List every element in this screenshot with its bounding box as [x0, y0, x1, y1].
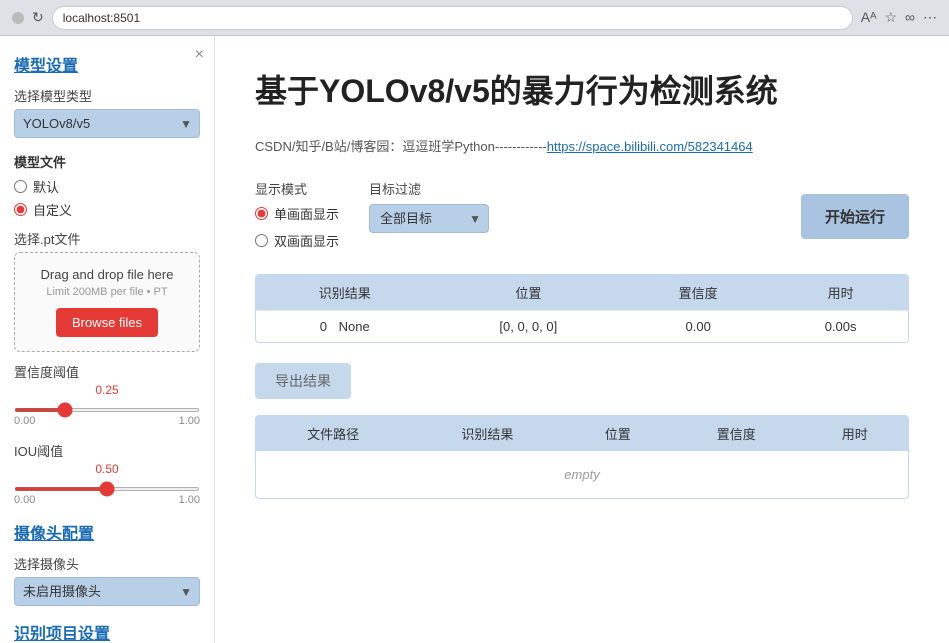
display-mode-radio-group: 单画面显示 双画面显示 [255, 204, 339, 254]
iou-slider-section: IOU阈值 0.50 0.00 1.00 [14, 441, 200, 506]
browse-files-button[interactable]: Browse files [56, 308, 158, 337]
camera-select-label: 选择摄像头 [14, 554, 200, 573]
time-col-header-b: 用时 [801, 416, 908, 451]
drop-title: Drag and drop file here [25, 267, 189, 282]
url-text: localhost:8501 [63, 11, 140, 25]
result-cell: 0 None [256, 311, 433, 343]
app-container: × 模型设置 选择模型类型 YOLOv8/v5 ▼ 模型文件 默认 自定义 选择… [0, 36, 949, 643]
radio-custom-item[interactable]: 自定义 [14, 200, 200, 219]
table-row: 0 None [0, 0, 0, 0] 0.00 0.00s [256, 311, 908, 343]
bilibili-link[interactable]: https://space.bilibili.com/582341464 [547, 139, 753, 154]
confidence-cell: 0.00 [623, 311, 773, 343]
camera-select[interactable]: 未启用摄像头 [14, 577, 200, 606]
run-button[interactable]: 开始运行 [801, 194, 909, 239]
browser-chrome: ↻ localhost:8501 Aᴬ ☆ ∞ ⋯ [0, 0, 949, 36]
target-filter-label: 目标过滤 [369, 179, 489, 198]
url-bar: localhost:8501 [52, 6, 853, 30]
bottom-table-container: 文件路径 识别结果 位置 置信度 用时 empty [255, 415, 909, 499]
info-prefix: CSDN/知乎/B站/博客园：逗逗班学Python------------ [255, 139, 547, 154]
result-col-header: 识别结果 [256, 275, 433, 311]
radio-default-input[interactable] [14, 180, 27, 193]
camera-select-wrapper: 未启用摄像头 ▼ [14, 577, 200, 606]
row-result: None [339, 319, 370, 334]
camera-config-title: 摄像头配置 [14, 520, 200, 544]
model-settings-title: 模型设置 [14, 52, 200, 76]
filepath-col-header: 文件路径 [256, 416, 410, 451]
target-select-wrapper: 全部目标 ▼ [369, 204, 489, 233]
confidence-min: 0.00 [14, 415, 35, 427]
iou-value: 0.50 [14, 462, 200, 476]
radio-dual-item[interactable]: 双画面显示 [255, 231, 339, 250]
target-filter-section: 目标过滤 全部目标 ▼ [369, 179, 489, 233]
row-index: 0 [320, 319, 327, 334]
menu-icon: ⋯ [923, 9, 937, 26]
controls-row: 显示模式 单画面显示 双画面显示 目标过滤 全部目标 [255, 179, 909, 254]
model-file-title: 模型文件 [14, 152, 200, 171]
radio-custom-label: 自定义 [33, 200, 72, 219]
radio-default-item[interactable]: 默认 [14, 177, 200, 196]
iou-min: 0.00 [14, 494, 35, 506]
confidence-slider-section: 置信度阈值 0.25 0.00 1.00 [14, 362, 200, 427]
iou-label: IOU阈值 [14, 441, 200, 460]
main-title: 基于YOLOv8/v5的暴力行为检测系统 [255, 66, 909, 112]
export-button[interactable]: 导出结果 [255, 363, 351, 399]
select-pt-label: 选择.pt文件 [14, 229, 200, 248]
display-mode-section: 显示模式 单画面显示 双画面显示 [255, 179, 339, 254]
position-col-header: 位置 [433, 275, 623, 311]
info-text: CSDN/知乎/B站/博客园：逗逗班学Python------------htt… [255, 136, 909, 155]
bottom-table-header: 文件路径 识别结果 位置 置信度 用时 [256, 416, 908, 451]
browser-icons: Aᴬ ☆ ∞ ⋯ [861, 9, 937, 26]
star-icon: ☆ [884, 9, 897, 26]
result-col-header-b: 识别结果 [410, 416, 564, 451]
sidebar-close-button[interactable]: × [195, 46, 204, 64]
file-drop-area[interactable]: Drag and drop file here Limit 200MB per … [14, 252, 200, 352]
radio-single-label: 单画面显示 [274, 204, 339, 223]
confidence-col-header: 置信度 [623, 275, 773, 311]
radio-default-label: 默认 [33, 177, 59, 196]
back-button[interactable] [12, 12, 24, 24]
extra-icon: ∞ [905, 9, 915, 26]
iou-max: 1.00 [179, 494, 200, 506]
position-cell: [0, 0, 0, 0] [433, 311, 623, 343]
radio-dual-label: 双画面显示 [274, 231, 339, 250]
empty-text: empty [256, 451, 908, 498]
radio-dual-input[interactable] [255, 234, 268, 247]
model-file-radio-group: 默认 自定义 [14, 177, 200, 219]
target-filter-select[interactable]: 全部目标 [369, 204, 489, 233]
time-cell: 0.00s [773, 311, 908, 343]
text-size-icon: Aᴬ [861, 9, 877, 26]
confidence-col-header-b: 置信度 [671, 416, 801, 451]
model-type-select[interactable]: YOLOv8/v5 [14, 109, 200, 138]
radio-custom-input[interactable] [14, 203, 27, 216]
position-col-header-b: 位置 [565, 416, 672, 451]
display-mode-label: 显示模式 [255, 179, 339, 198]
radio-single-item[interactable]: 单画面显示 [255, 204, 339, 223]
iou-slider[interactable] [14, 487, 200, 491]
confidence-value: 0.25 [14, 383, 200, 397]
empty-row: empty [256, 451, 908, 498]
bottom-table-body: empty [256, 451, 908, 498]
confidence-label: 置信度阈值 [14, 362, 200, 381]
confidence-slider[interactable] [14, 408, 200, 412]
time-col-header: 用时 [773, 275, 908, 311]
result-table-header: 识别结果 位置 置信度 用时 [256, 275, 908, 311]
bottom-table: 文件路径 识别结果 位置 置信度 用时 empty [256, 416, 908, 498]
sidebar: × 模型设置 选择模型类型 YOLOv8/v5 ▼ 模型文件 默认 自定义 选择… [0, 36, 215, 643]
recognition-settings-title: 识别项目设置 [14, 620, 200, 643]
result-table: 识别结果 位置 置信度 用时 0 None [0, 0, 0, 0] 0.00 [256, 275, 908, 342]
main-content: 基于YOLOv8/v5的暴力行为检测系统 CSDN/知乎/B站/博客园：逗逗班学… [215, 36, 949, 643]
reload-button[interactable]: ↻ [32, 9, 44, 26]
model-type-select-wrapper: YOLOv8/v5 ▼ [14, 109, 200, 138]
result-table-body: 0 None [0, 0, 0, 0] 0.00 0.00s [256, 311, 908, 343]
confidence-max: 1.00 [179, 415, 200, 427]
model-type-label: 选择模型类型 [14, 86, 200, 105]
result-table-container: 识别结果 位置 置信度 用时 0 None [0, 0, 0, 0] 0.00 [255, 274, 909, 343]
radio-single-input[interactable] [255, 207, 268, 220]
drop-limit: Limit 200MB per file • PT [25, 286, 189, 298]
